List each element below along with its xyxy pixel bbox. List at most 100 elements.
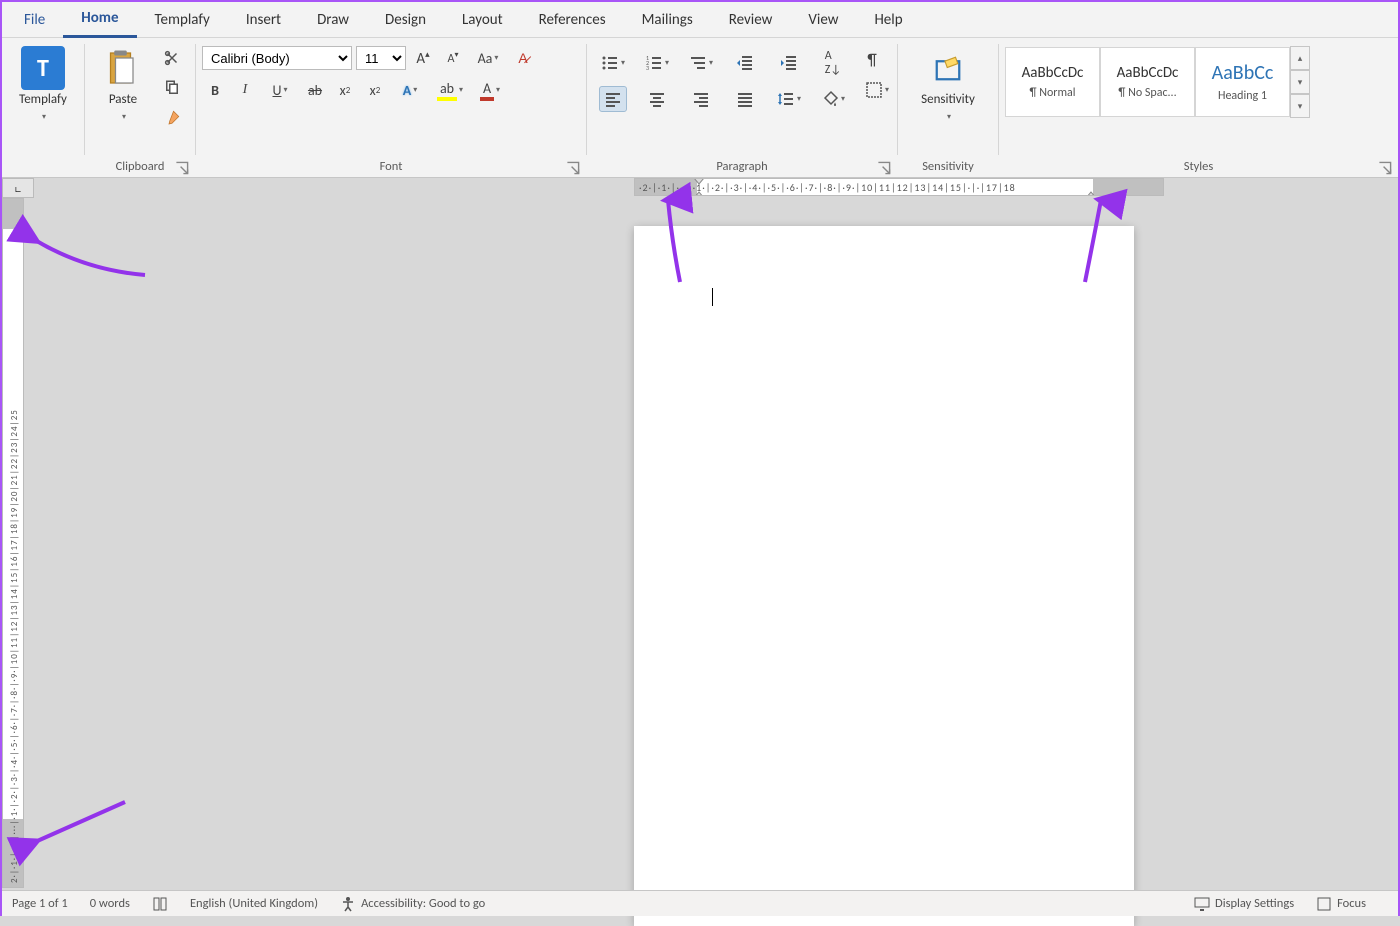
status-page[interactable]: Page 1 of 1 [12, 896, 68, 911]
cut-button[interactable] [159, 46, 185, 70]
status-focus[interactable]: Focus [1316, 896, 1366, 912]
indent-marker-icon[interactable] [693, 178, 705, 196]
tab-design[interactable]: Design [367, 2, 444, 38]
underline-button[interactable]: U▾ [262, 78, 298, 102]
italic-button[interactable]: I [232, 78, 258, 102]
status-word-count[interactable]: 0 words [90, 896, 130, 911]
tab-templafy[interactable]: Templafy [137, 2, 228, 38]
dialog-launcher-icon[interactable] [877, 161, 891, 175]
paste-button[interactable]: Paste▾ [91, 42, 155, 127]
tab-mailings[interactable]: Mailings [624, 2, 711, 38]
copy-icon [163, 79, 181, 97]
templafy-icon: T [21, 46, 65, 90]
increase-indent-button[interactable] [776, 51, 802, 75]
text-cursor [712, 288, 713, 306]
justify-icon [736, 90, 754, 108]
copy-button[interactable] [159, 76, 185, 100]
numbering-button[interactable]: 123▾ [639, 51, 675, 75]
strikethrough-button[interactable]: ab [302, 78, 328, 102]
paint-bucket-icon [821, 90, 839, 108]
subscript-button[interactable]: x2 [332, 78, 358, 102]
styles-gallery[interactable]: AaBbCcDc ¶ Normal AaBbCcDc ¶ No Spac... … [1005, 46, 1310, 118]
change-case-button[interactable]: Aa▾ [470, 46, 506, 70]
line-spacing-button[interactable]: ▾ [771, 87, 807, 111]
chevron-down-icon: ▾ [42, 112, 46, 122]
eraser-icon: A̷ [518, 50, 527, 67]
sensitivity-button[interactable]: Sensitivity▾ [913, 42, 983, 127]
shading-button[interactable]: ▾ [815, 87, 851, 111]
dialog-launcher-icon[interactable] [566, 161, 580, 175]
align-left-icon [604, 90, 622, 108]
tab-selector[interactable]: ∟ [2, 178, 34, 198]
tab-help[interactable]: Help [856, 2, 920, 38]
shrink-font-icon: A▾ [448, 50, 459, 66]
tab-references[interactable]: References [521, 2, 624, 38]
superscript-button[interactable]: x2 [362, 78, 388, 102]
bold-button[interactable]: B [202, 78, 228, 102]
horizontal-ruler[interactable]: ·2·|·1·|···|·1·|·2·|·3·|·4·|·5·|·6·|·7·|… [34, 178, 1398, 198]
borders-icon [865, 81, 883, 99]
borders-button[interactable]: ▾ [859, 78, 895, 102]
justify-button[interactable] [731, 86, 759, 112]
styles-scroll-up[interactable]: ▴ [1290, 46, 1310, 70]
styles-expand[interactable]: ▾ [1290, 94, 1310, 118]
align-center-button[interactable] [643, 86, 671, 112]
numbering-icon: 123 [645, 54, 663, 72]
font-group-label: Font [380, 159, 403, 174]
grow-font-icon: A▴ [416, 49, 429, 68]
text-effects-icon: A [403, 82, 411, 99]
tab-view[interactable]: View [790, 2, 856, 38]
svg-text:3: 3 [646, 64, 649, 72]
outdent-icon [736, 54, 754, 72]
paragraph-group-label: Paragraph [716, 159, 767, 174]
document-area: ∟ ·2·|·1·|···|·1·|·2·|·3·|·4·|·5·|·6·|·7… [2, 178, 1398, 888]
status-bar: Page 1 of 1 0 words English (United King… [2, 890, 1398, 916]
status-language[interactable]: English (United Kingdom) [190, 896, 318, 911]
dialog-launcher-icon[interactable] [175, 161, 189, 175]
chevron-down-icon: ▾ [947, 112, 951, 122]
style-no-spacing[interactable]: AaBbCcDc ¶ No Spac... [1100, 47, 1195, 117]
vertical-ruler[interactable]: 2·|·1·|·1·|···|·1·|·2·|·3·|·4·|·5·|·6·|·… [2, 198, 24, 888]
templafy-button[interactable]: T Templafy▾ [11, 42, 75, 127]
font-size-select[interactable]: 11 [356, 46, 406, 70]
clipboard-group-label: Clipboard [116, 159, 165, 174]
tab-insert[interactable]: Insert [228, 2, 299, 38]
document-page[interactable] [634, 226, 1134, 926]
tab-home[interactable]: Home [63, 2, 136, 38]
style-normal[interactable]: AaBbCcDc ¶ Normal [1005, 47, 1100, 117]
right-indent-marker-icon[interactable] [1085, 189, 1097, 196]
show-marks-button[interactable]: ¶ [859, 48, 885, 72]
bullets-button[interactable]: ▾ [595, 51, 631, 75]
shrink-font-button[interactable]: A▾ [440, 46, 466, 70]
font-color-button[interactable]: A▾ [472, 78, 508, 102]
sensitivity-icon [924, 44, 972, 92]
status-spellcheck[interactable] [152, 896, 168, 912]
dialog-launcher-icon[interactable] [1378, 161, 1392, 175]
highlight-button[interactable]: ab▾ [432, 78, 468, 102]
multilevel-list-button[interactable]: ▾ [683, 51, 719, 75]
status-accessibility[interactable]: Accessibility: Good to go [340, 896, 485, 912]
format-painter-button[interactable] [159, 106, 185, 130]
align-right-button[interactable] [687, 86, 715, 112]
align-center-icon [648, 90, 666, 108]
paste-icon [99, 44, 147, 92]
tab-file[interactable]: File [6, 2, 63, 38]
text-effects-button[interactable]: A▾ [392, 78, 428, 102]
tab-review[interactable]: Review [711, 2, 791, 38]
sort-button[interactable]: AZ↓ [820, 51, 846, 75]
tab-draw[interactable]: Draw [299, 2, 367, 38]
scissors-icon [163, 49, 181, 67]
status-display-settings[interactable]: Display Settings [1194, 896, 1294, 912]
multilevel-icon [689, 54, 707, 72]
grow-font-button[interactable]: A▴ [410, 46, 436, 70]
decrease-indent-button[interactable] [732, 51, 758, 75]
styles-scroll-down[interactable]: ▾ [1290, 70, 1310, 94]
bullets-icon [601, 54, 619, 72]
tab-layout[interactable]: Layout [444, 2, 521, 38]
highlight-icon: ab [437, 80, 457, 101]
style-heading-1[interactable]: AaBbCc Heading 1 [1195, 47, 1290, 117]
align-left-button[interactable] [599, 86, 627, 112]
styles-group-label: Styles [1184, 159, 1214, 174]
font-family-select[interactable]: Calibri (Body) [202, 46, 352, 70]
clear-formatting-button[interactable]: A̷ [510, 46, 536, 70]
